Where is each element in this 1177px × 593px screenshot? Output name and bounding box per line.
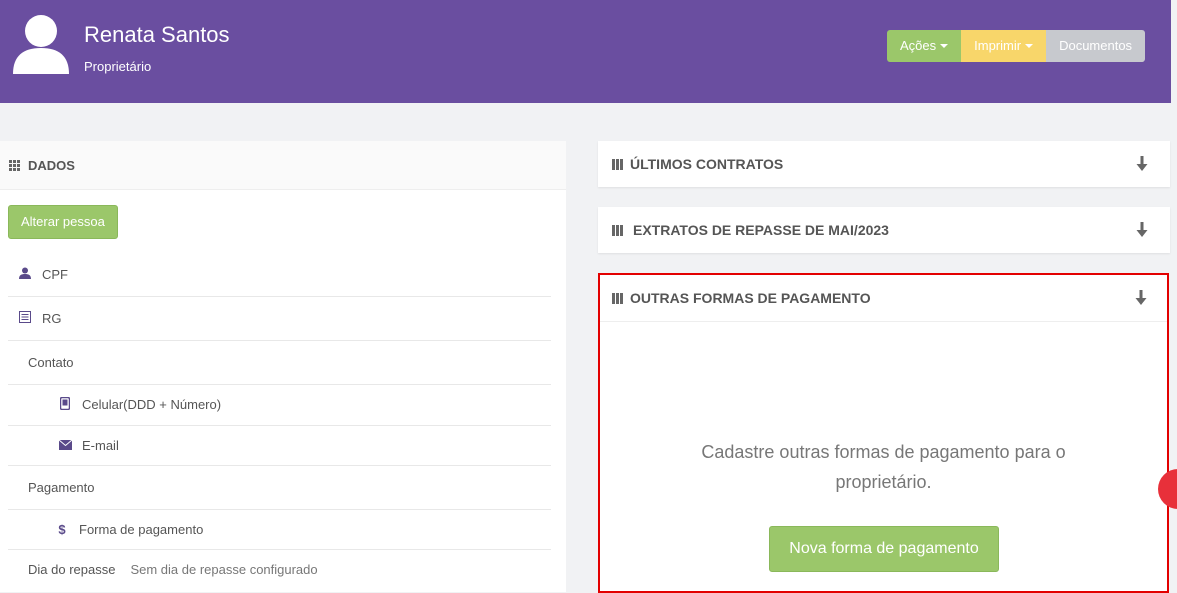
documentos-label: Documentos <box>1059 38 1133 53</box>
extratos-repasse-title: EXTRATOS DE REPASSE DE MAI/2023 <box>633 222 889 238</box>
forma-pagamento-label: Forma de pagamento <box>79 521 204 537</box>
documentos-button[interactable]: Documentos <box>1046 30 1146 62</box>
columns-icon <box>612 224 623 236</box>
nova-forma-pagamento-button[interactable]: Nova forma de pagamento <box>769 526 999 572</box>
extratos-repasse-header[interactable]: EXTRATOS DE REPASSE DE MAI/2023 <box>598 207 1170 253</box>
grid-icon <box>9 159 20 171</box>
dia-repasse-value: Sem dia de repasse configurado <box>130 561 318 577</box>
columns-icon <box>612 292 623 304</box>
imprimir-label: Imprimir <box>974 38 1022 53</box>
extratos-repasse-card[interactable]: EXTRATOS DE REPASSE DE MAI/2023 <box>598 207 1170 253</box>
person-role: Proprietário <box>84 59 152 74</box>
user-icon <box>18 267 32 282</box>
contato-label: Contato <box>28 354 74 370</box>
empty-state-text: Cadastre outras formas de pagamento para… <box>701 442 1066 492</box>
envelope-icon <box>58 438 72 453</box>
cpf-label: CPF <box>42 266 68 282</box>
arrow-down-icon[interactable] <box>1135 290 1147 306</box>
acoes-dropdown-button[interactable]: Ações <box>887 30 962 62</box>
email-label: E-mail <box>82 437 119 453</box>
dados-header: DADOS <box>0 141 566 190</box>
arrow-down-icon[interactable] <box>1136 222 1148 238</box>
rg-row: RG <box>8 296 551 341</box>
ultimos-contratos-header[interactable]: ÚLTIMOS CONTRATOS <box>598 141 1170 187</box>
caret-down-icon <box>940 44 949 48</box>
dia-repasse-row: Dia do repasse Sem dia de repasse config… <box>8 549 551 589</box>
ultimos-contratos-card[interactable]: ÚLTIMOS CONTRATOS <box>598 141 1170 187</box>
pagamento-row: Pagamento <box>8 465 551 510</box>
dia-repasse-label: Dia do repasse <box>28 561 116 577</box>
pagamento-label: Pagamento <box>28 479 95 495</box>
arrow-down-icon[interactable] <box>1136 156 1148 172</box>
outras-formas-title: OUTRAS FORMAS DE PAGAMENTO <box>630 290 871 306</box>
celular-label: Celular(DDD + Número) <box>82 397 222 412</box>
user-avatar-icon <box>13 15 69 74</box>
alterar-pessoa-button[interactable]: Alterar pessoa <box>8 205 118 239</box>
outras-formas-pagamento-card: OUTRAS FORMAS DE PAGAMENTO Cadastre outr… <box>598 273 1169 593</box>
dados-title: DADOS <box>28 157 75 173</box>
outras-formas-header[interactable]: OUTRAS FORMAS DE PAGAMENTO <box>600 275 1167 322</box>
ultimos-contratos-title: ÚLTIMOS CONTRATOS <box>630 156 784 172</box>
celular-row: Celular(DDD + Número) <box>8 384 551 426</box>
columns-icon <box>612 158 623 170</box>
acoes-label: Ações <box>900 38 937 53</box>
profile-header: Renata Santos Proprietário Ações Imprimi… <box>0 0 1171 103</box>
person-name: Renata Santos <box>84 22 230 47</box>
cpf-row: CPF <box>8 252 551 297</box>
forma-pagamento-row: $ Forma de pagamento <box>8 509 551 550</box>
document-list-icon <box>18 310 32 326</box>
caret-down-icon <box>1025 44 1034 48</box>
imprimir-dropdown-button[interactable]: Imprimir <box>961 30 1047 62</box>
dados-panel: DADOS Alterar pessoa CPF RG Contato Celu… <box>0 141 566 592</box>
contato-row: Contato <box>8 340 551 385</box>
dollar-icon: $ <box>58 521 66 537</box>
email-row: E-mail <box>8 425 551 466</box>
header-button-group: Ações Imprimir Documentos <box>887 30 1146 62</box>
rg-label: RG <box>42 310 62 326</box>
mobile-phone-icon <box>58 396 72 413</box>
